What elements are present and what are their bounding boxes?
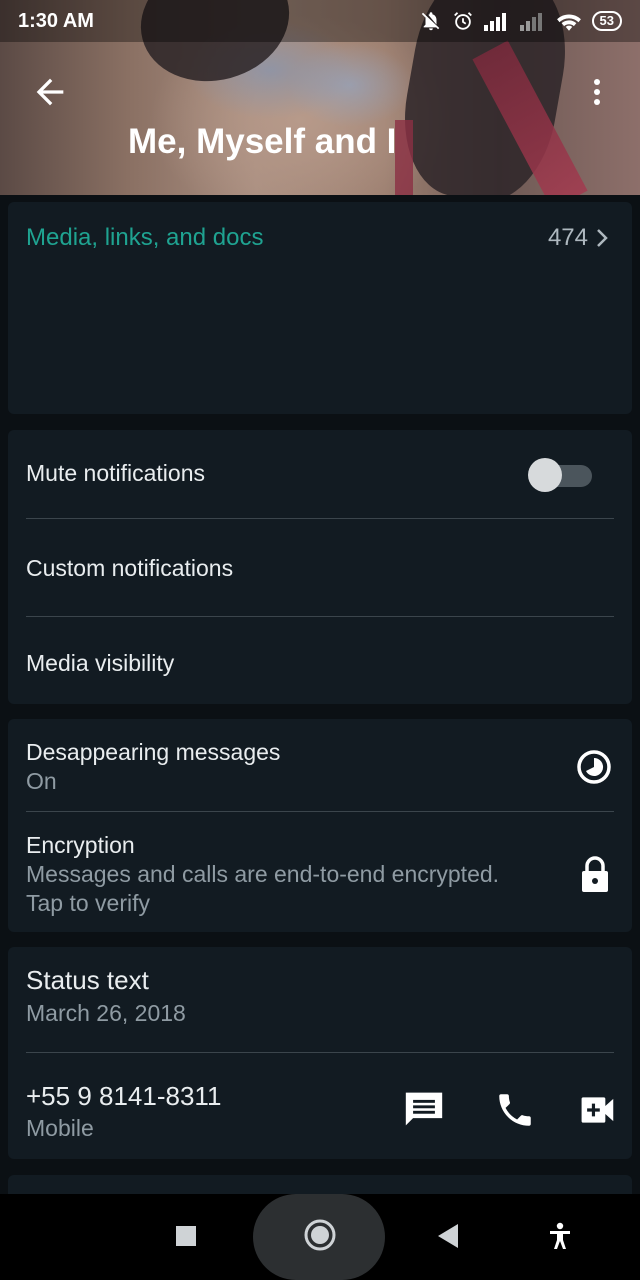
timer-icon	[577, 750, 611, 784]
video-call-icon[interactable]	[580, 1095, 618, 1125]
media-visibility-row[interactable]: Media visibility	[8, 617, 632, 704]
phone-number: +55 9 8141-8311	[26, 1081, 222, 1111]
alarm-icon	[453, 12, 472, 30]
accessibility-icon[interactable]	[548, 1222, 572, 1250]
mute-notifications-toggle[interactable]	[528, 458, 592, 492]
phone-type: Mobile	[26, 1115, 94, 1141]
back-arrow-icon[interactable]	[30, 72, 70, 112]
media-visibility-label: Media visibility	[26, 650, 175, 676]
status-time: 1:30 AM	[18, 9, 94, 32]
home-icon[interactable]	[303, 1218, 337, 1252]
signal-icon	[483, 13, 506, 31]
message-icon[interactable]	[402, 1089, 446, 1129]
status-text-row[interactable]: Status text March 26, 2018	[8, 947, 632, 1052]
media-count: 474	[548, 224, 610, 252]
encryption-label: Encryption	[26, 832, 135, 858]
contact-name-title: Me, Myself and I	[128, 122, 397, 161]
phone-row[interactable]: +55 9 8141-8311 Mobile	[8, 1053, 632, 1159]
status-date: March 26, 2018	[26, 1000, 186, 1026]
disappearing-messages-row[interactable]: Desappearing messages On	[8, 719, 632, 811]
chevron-right-icon	[597, 229, 608, 247]
mute-notifications-label: Mute notifications	[26, 460, 205, 486]
custom-notifications-row[interactable]: Custom notifications	[8, 519, 632, 616]
encryption-row[interactable]: Encryption Messages and calls are end-to…	[8, 812, 632, 932]
lock-icon	[582, 856, 608, 892]
about-card: Status text March 26, 2018 +55 9 8141-83…	[8, 947, 632, 1159]
status-text-label: Status text	[26, 965, 149, 995]
media-count-value: 474	[547, 224, 588, 251]
battery-indicator: 53	[591, 11, 622, 31]
privacy-card: Desappearing messages On Encryption Mess…	[8, 719, 632, 932]
system-navigation-bar	[0, 1194, 640, 1280]
toggle-knob	[528, 458, 562, 492]
encryption-description: Messages and calls are end-to-end encryp…	[26, 861, 500, 887]
signal-weak-icon	[519, 13, 542, 31]
media-links-docs-card[interactable]: Media, links, and docs 474	[8, 202, 632, 414]
back-nav-icon[interactable]	[438, 1224, 460, 1248]
disappearing-messages-label: Desappearing messages	[26, 739, 281, 765]
custom-notifications-label: Custom notifications	[26, 555, 234, 581]
notifications-card: Mute notifications Custom notifications …	[8, 430, 632, 704]
encryption-tap-to-verify: Tap to verify	[26, 890, 150, 916]
status-icons: 53	[420, 10, 622, 32]
voice-call-icon[interactable]	[494, 1089, 536, 1131]
profile-photo-ribbon-small	[395, 120, 413, 195]
status-bar: 1:30 AM 53	[0, 0, 640, 42]
profile-header: 1:30 AM 53 Me, Myself and I	[0, 0, 640, 195]
mute-notifications-row[interactable]: Mute notifications	[8, 430, 632, 518]
more-options-icon[interactable]	[585, 72, 609, 112]
wifi-icon	[556, 14, 581, 31]
disappearing-messages-value: On	[26, 768, 57, 794]
recents-icon[interactable]	[176, 1226, 196, 1246]
media-links-docs-label: Media, links, and docs	[26, 224, 264, 251]
notifications-off-icon	[421, 12, 439, 31]
